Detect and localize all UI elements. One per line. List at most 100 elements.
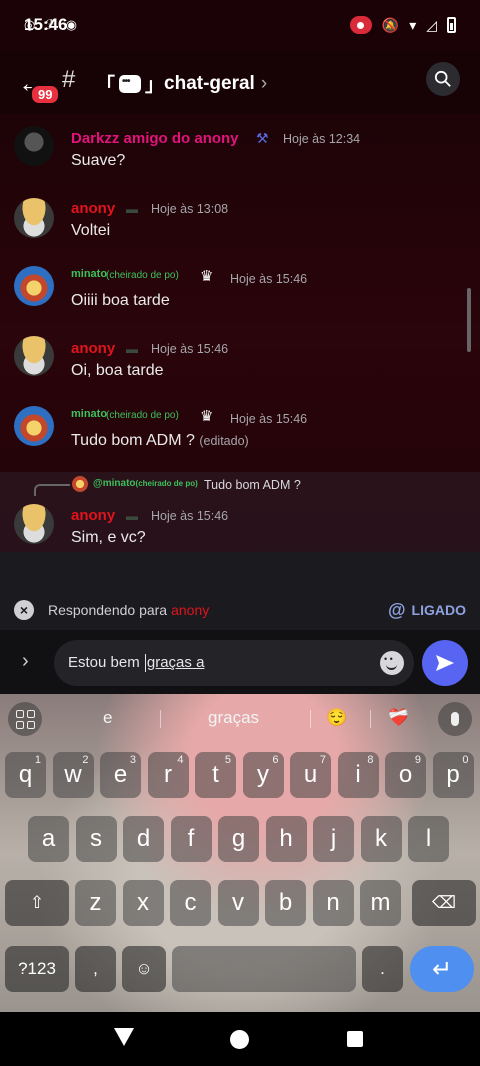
key-e[interactable]: e3 <box>100 752 141 798</box>
nav-home-icon[interactable] <box>230 1030 249 1049</box>
backspace-key[interactable]: ⌫ <box>412 880 476 926</box>
message-text-content: Tudo bom ADM ? <box>71 432 195 449</box>
reply-connector <box>34 484 70 496</box>
status-bar: 15:46 ◎ ℱ ◉ 🔕 ▾ ◿ <box>0 0 480 50</box>
message-author[interactable]: anony <box>71 507 115 524</box>
keyboard-menu-icon[interactable] <box>8 702 42 736</box>
key-f[interactable]: f <box>170 816 212 862</box>
key-g-label: g <box>231 825 246 852</box>
key-x[interactable]: x <box>122 880 164 926</box>
suggestion-divider <box>370 710 371 728</box>
message-author[interactable]: anony <box>71 200 115 217</box>
period-key[interactable]: . <box>362 946 403 992</box>
key-v-label: v <box>232 889 244 916</box>
channel-bracket-open: 「 <box>96 75 116 96</box>
avatar[interactable] <box>14 504 54 544</box>
nav-back-icon[interactable] <box>114 1028 134 1046</box>
space-key[interactable] <box>172 946 356 992</box>
key-g[interactable]: g <box>218 816 259 862</box>
emoji-button[interactable] <box>380 651 404 675</box>
role-icon: ▬ <box>126 509 138 523</box>
author-tag: (cheirado de po) <box>106 270 179 281</box>
comma-key[interactable]: , <box>75 946 116 992</box>
channel-hash-icon: # <box>62 66 76 93</box>
mention-toggle[interactable]: @ LIGADO <box>388 600 466 621</box>
key-o-label: o <box>398 761 413 788</box>
shift-key[interactable]: ⇧ <box>5 880 69 926</box>
search-icon <box>434 70 451 87</box>
key-m[interactable]: m <box>360 880 401 926</box>
enter-key[interactable]: ↵ <box>410 946 474 992</box>
message-text: Oi, boa tarde <box>71 362 164 379</box>
message-input[interactable]: Estou bem graças a <box>54 640 414 686</box>
screen-record-icon <box>349 16 372 34</box>
search-button[interactable] <box>426 62 460 96</box>
key-number-hint: 5 <box>224 754 231 766</box>
suggestion-item[interactable]: ❤️‍🩹 <box>388 708 409 728</box>
symbols-key[interactable]: ?123 <box>5 946 69 992</box>
cancel-reply-button[interactable]: × <box>14 600 34 620</box>
key-k[interactable]: k <box>360 816 402 862</box>
key-z[interactable]: z <box>75 880 116 926</box>
nav-recents-icon[interactable] <box>347 1031 363 1047</box>
key-u-label: u <box>303 761 318 788</box>
key-y[interactable]: y6 <box>242 752 284 798</box>
key-r-label: r <box>164 761 172 788</box>
status-time: 15:46 <box>24 15 68 34</box>
key-number-hint: 0 <box>462 754 469 766</box>
avatar[interactable] <box>14 126 54 166</box>
send-button[interactable] <box>422 640 468 686</box>
reply-bar: × Respondendo para anony @ LIGADO <box>0 552 480 630</box>
scrollbar[interactable] <box>467 288 471 352</box>
comma-key-label: , <box>93 959 98 978</box>
key-v[interactable]: v <box>217 880 259 926</box>
suggestion-item[interactable]: graças <box>208 708 259 728</box>
key-number-hint: 7 <box>319 754 326 766</box>
message-author[interactable]: minato <box>71 408 107 420</box>
key-r[interactable]: r4 <box>147 752 189 798</box>
key-s[interactable]: s <box>75 816 117 862</box>
key-u[interactable]: u7 <box>290 752 331 798</box>
key-i[interactable]: i8 <box>337 752 379 798</box>
key-j[interactable]: j <box>313 816 354 862</box>
key-z-label: z <box>89 889 102 916</box>
message-author[interactable]: Darkzz amigo do anony <box>71 130 239 147</box>
reply-author[interactable]: @minato(cheirado de po) <box>93 478 198 489</box>
microphone-icon[interactable] <box>438 702 472 736</box>
key-n[interactable]: n <box>312 880 354 926</box>
message-list[interactable]: Darkzz amigo do anony ⚒ Hoje às 12:34 Su… <box>0 114 480 552</box>
emoji-key[interactable]: ☺ <box>122 946 166 992</box>
message-author[interactable]: minato <box>71 268 107 280</box>
key-b[interactable]: b <box>265 880 306 926</box>
message-author[interactable]: anony <box>71 340 115 357</box>
message-time: Hoje às 12:34 <box>283 132 361 146</box>
suggestion-item[interactable]: 😌 <box>326 708 347 728</box>
avatar[interactable] <box>14 198 54 238</box>
status-icons: 🔕 ▾ ◿ <box>349 16 456 34</box>
key-l[interactable]: l <box>408 816 449 862</box>
key-a-label: a <box>41 825 56 852</box>
avatar[interactable] <box>14 336 54 376</box>
key-o[interactable]: o9 <box>385 752 426 798</box>
reply-avatar <box>72 476 88 492</box>
key-q[interactable]: q1 <box>5 752 46 798</box>
replying-target: anony <box>171 602 210 618</box>
reply-preview-text[interactable]: Tudo bom ADM ? <box>204 478 301 492</box>
key-c[interactable]: c <box>170 880 211 926</box>
key-h[interactable]: h <box>265 816 307 862</box>
key-t[interactable]: t5 <box>195 752 236 798</box>
key-p[interactable]: p0 <box>432 752 474 798</box>
message-time: Hoje às 15:46 <box>230 272 308 286</box>
key-number-hint: 6 <box>272 754 279 766</box>
key-d[interactable]: d <box>123 816 164 862</box>
key-a[interactable]: a <box>28 816 69 862</box>
suggestion-item[interactable]: e <box>103 708 112 728</box>
key-w[interactable]: w2 <box>52 752 94 798</box>
expand-chevron-icon[interactable]: › <box>22 650 29 673</box>
channel-title[interactable]: 「 」 chat-geral › <box>96 70 267 97</box>
input-text-before: Estou bem <box>68 653 144 671</box>
avatar[interactable] <box>14 266 54 306</box>
speech-bubble-icon <box>119 74 142 93</box>
avatar[interactable] <box>14 406 54 446</box>
wifi-icon: ▾ <box>409 16 417 33</box>
